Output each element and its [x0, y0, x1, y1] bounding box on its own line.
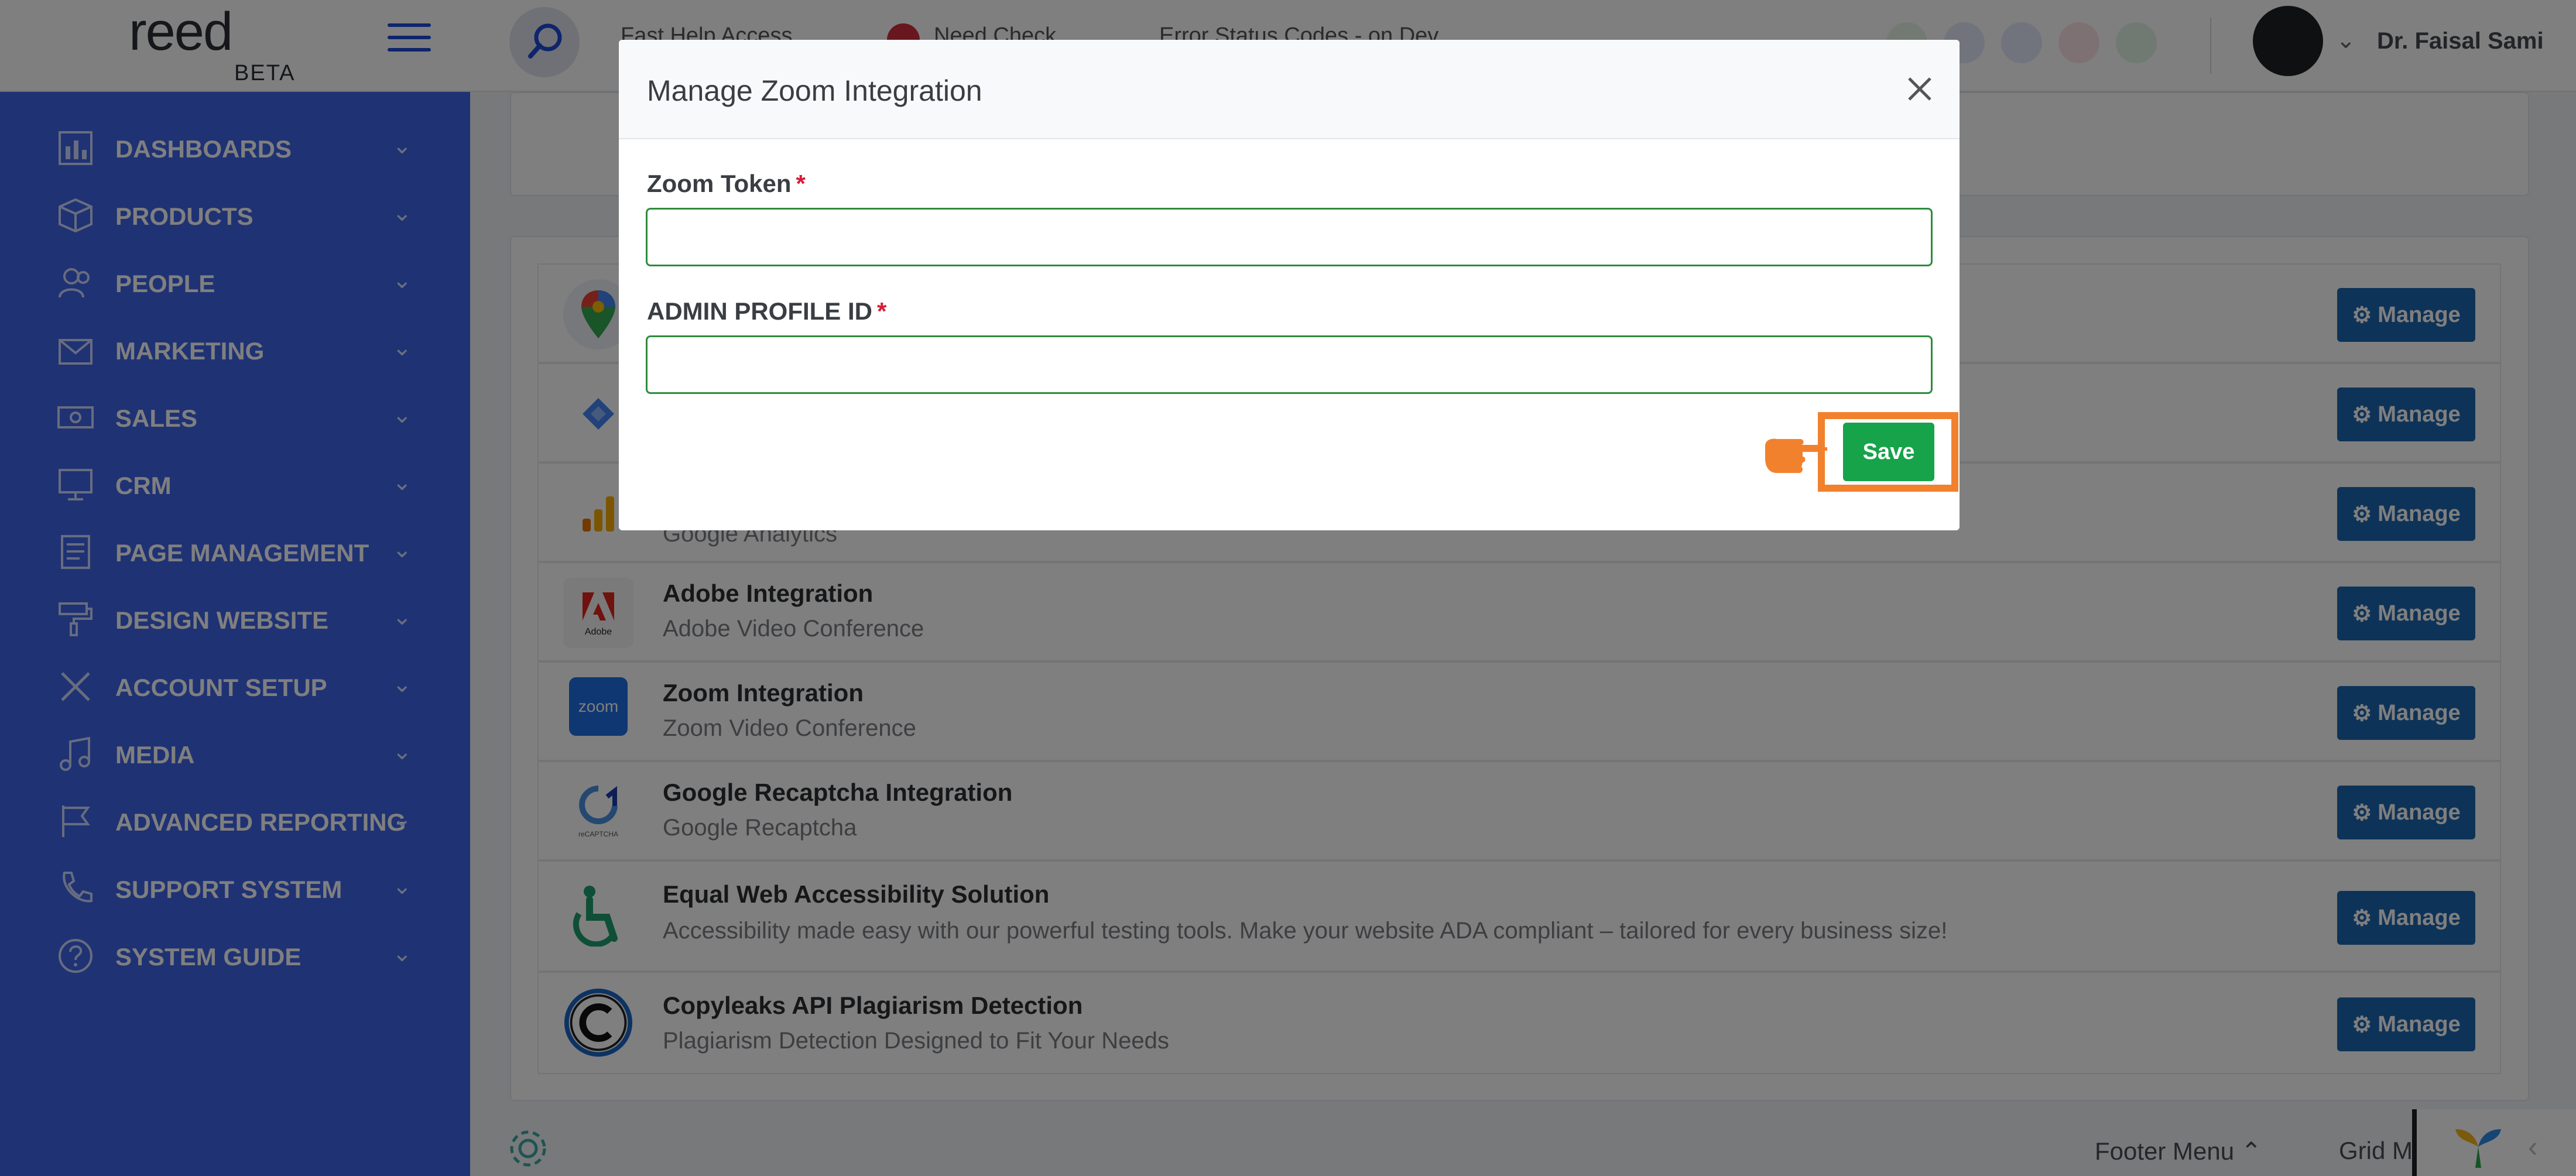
zoom-token-label: Zoom Token * — [647, 170, 806, 197]
modal-title: Manage Zoom Integration — [647, 74, 982, 107]
admin-profile-id-label: ADMIN PROFILE ID * — [647, 297, 887, 325]
manage-zoom-integration-modal: Manage Zoom Integration Zoom Token * ADMI… — [619, 40, 1960, 530]
close-icon[interactable] — [1901, 70, 1938, 108]
save-button[interactable]: Save — [1843, 423, 1934, 481]
admin-profile-id-input[interactable] — [646, 335, 1933, 394]
zoom-token-input[interactable] — [646, 208, 1933, 266]
modal-header: Manage Zoom Integration — [619, 40, 1960, 139]
